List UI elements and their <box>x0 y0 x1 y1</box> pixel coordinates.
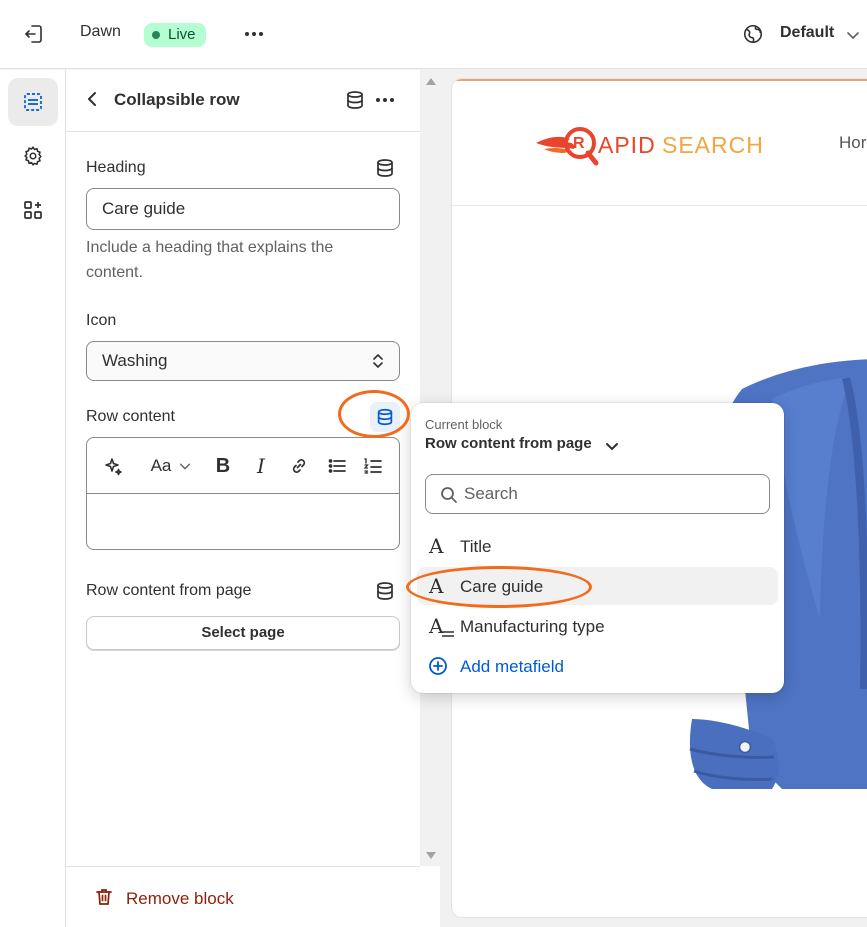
heading-label: Heading <box>86 159 146 176</box>
chevron-down-icon[interactable] <box>604 438 620 454</box>
sections-icon <box>24 93 42 111</box>
heading-help-text: Include a heading that explains the cont… <box>86 239 334 281</box>
live-badge-label: Live <box>168 26 196 43</box>
chevron-down-icon[interactable] <box>845 27 861 43</box>
text-field-icon: A <box>429 574 444 598</box>
footer-spacer <box>420 866 440 927</box>
bold-icon[interactable]: B <box>211 454 235 478</box>
logo-word-primary: APID <box>598 132 656 158</box>
remove-block-button[interactable]: Remove block <box>126 889 234 909</box>
popover-search[interactable] <box>425 474 770 514</box>
row-content-page-dynamic-source-icon[interactable] <box>374 580 396 602</box>
row-content-label: Row content <box>86 408 175 425</box>
row-content-dynamic-source-button[interactable] <box>370 402 400 432</box>
scroll-down-arrow-icon[interactable] <box>426 852 436 859</box>
icon-select-value: Washing <box>102 351 168 370</box>
add-metafield-label: Add metafield <box>460 657 564 676</box>
locale-selector[interactable]: Default <box>780 24 834 42</box>
live-status-badge: Live <box>144 23 206 47</box>
plus-circle-icon <box>429 657 447 675</box>
scroll-up-arrow-icon[interactable] <box>426 78 436 85</box>
icon-select[interactable]: Washing <box>86 341 400 381</box>
back-chevron-icon[interactable] <box>84 90 102 108</box>
search-icon <box>441 487 457 503</box>
icon-label: Icon <box>86 312 117 329</box>
dynamic-source-icon <box>377 408 393 426</box>
multiline-lines-icon <box>442 631 454 637</box>
heading-dynamic-source-icon[interactable] <box>374 157 396 179</box>
dynamic-source-icon[interactable] <box>344 89 366 111</box>
preview-store-header: R APID SEARCH Hor <box>452 79 867 206</box>
cuff-button-icon <box>738 740 752 754</box>
popover-caption: Current block <box>425 417 503 432</box>
gear-icon <box>24 146 42 166</box>
ai-sparkle-icon[interactable] <box>101 454 125 478</box>
link-icon[interactable] <box>287 454 311 478</box>
current-source-selector[interactable]: Row content from page <box>425 435 592 452</box>
numbered-list-icon[interactable] <box>361 454 385 478</box>
exit-icon[interactable] <box>22 22 46 46</box>
apps-icon <box>24 201 42 219</box>
nav-home-link[interactable]: Hor <box>839 133 866 153</box>
panel-header: Collapsible row <box>66 70 420 132</box>
select-arrows-icon <box>373 354 383 368</box>
dynamic-source-popover: Current block Row content from page A Ti… <box>411 403 784 693</box>
left-rail <box>0 70 66 927</box>
heading-input[interactable]: Care guide <box>86 188 400 230</box>
panel-title: Collapsible row <box>114 90 240 109</box>
top-bar: Dawn Live Default <box>0 0 867 69</box>
logo-letter: R <box>573 135 586 152</box>
search-input[interactable] <box>464 476 764 512</box>
select-page-button[interactable]: Select page <box>86 616 400 650</box>
source-option-title[interactable]: A Title <box>417 527 778 565</box>
block-settings-panel: Collapsible row Heading Care guide Inclu… <box>66 70 420 927</box>
text-field-icon: A <box>429 534 444 558</box>
source-option-care-guide[interactable]: A Care guide <box>417 567 778 605</box>
bullet-list-icon[interactable] <box>325 454 349 478</box>
live-dot-icon <box>152 31 160 39</box>
chevron-down-icon[interactable] <box>173 454 197 478</box>
theme-name: Dawn <box>80 23 121 40</box>
more-actions-icon[interactable] <box>373 88 397 112</box>
source-option-label: Title <box>460 537 492 556</box>
source-option-label: Manufacturing type <box>460 617 605 636</box>
preview-top-accent <box>452 79 867 81</box>
more-actions-icon[interactable] <box>242 22 266 46</box>
source-option-label: Care guide <box>460 577 544 596</box>
rail-settings-button[interactable] <box>8 132 58 180</box>
panel-footer: Remove block <box>66 866 420 927</box>
row-content-page-label: Row content from page <box>86 582 252 599</box>
rail-apps-button[interactable] <box>8 186 58 234</box>
source-option-manufacturing-type[interactable]: A Manufacturing type <box>417 607 778 645</box>
logo-word-secondary: SEARCH <box>662 132 764 158</box>
add-metafield-button[interactable]: Add metafield <box>417 647 778 685</box>
rich-text-toolbar: Aa B I <box>87 438 399 494</box>
row-content-rich-text-editor[interactable]: Aa B I <box>86 437 400 550</box>
globe-icon[interactable] <box>742 23 764 45</box>
trash-icon[interactable] <box>94 887 114 907</box>
italic-icon[interactable]: I <box>249 454 273 478</box>
rail-sections-button[interactable] <box>8 78 58 126</box>
